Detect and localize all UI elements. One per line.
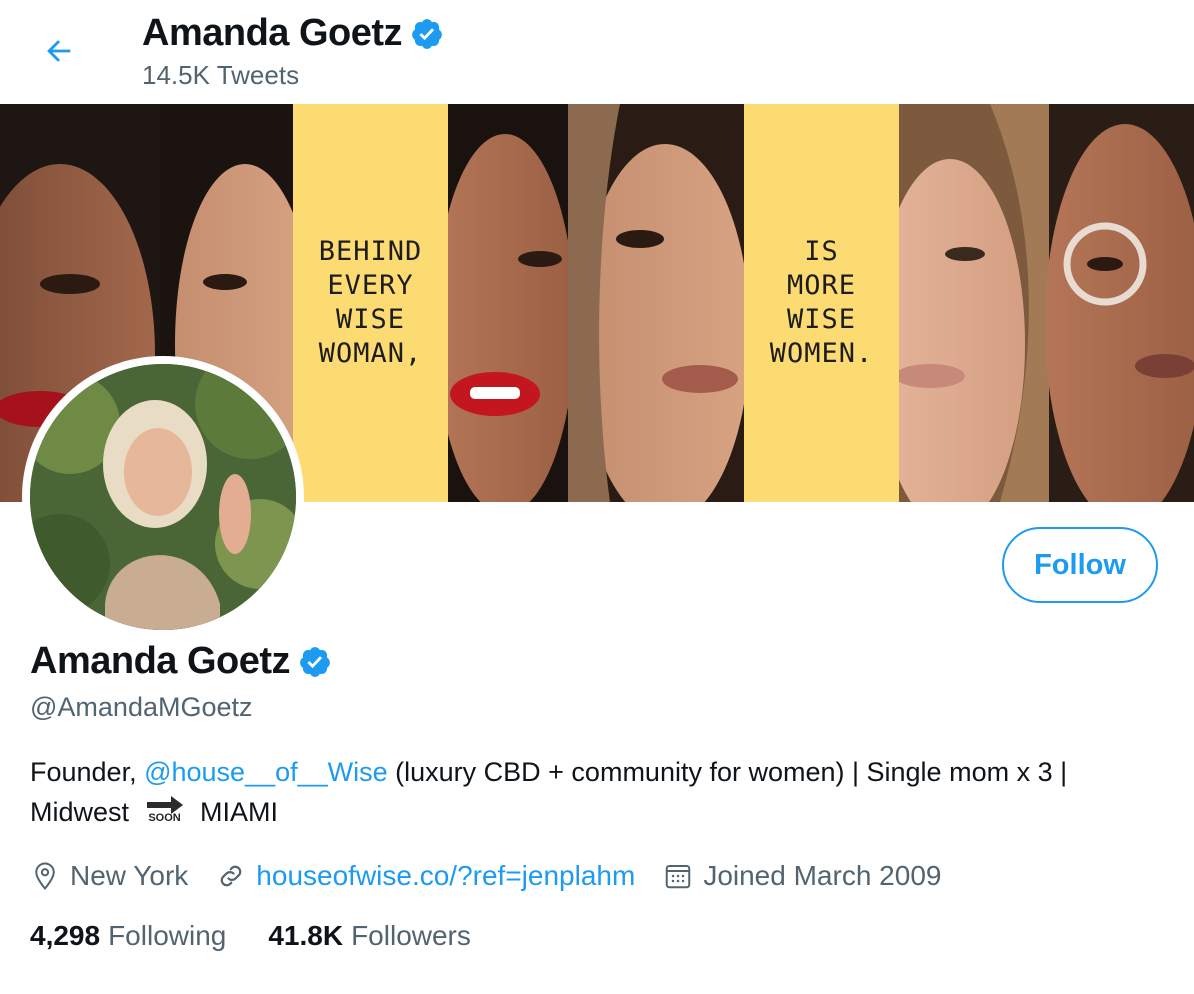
banner-text-panel-left: BEHIND EVERY WISE WOMAN, [293,104,448,502]
profile-avatar[interactable] [22,356,304,638]
profile-stats: 4,298 Following 41.8K Followers [30,920,471,952]
profile-bio: Founder, @house__of__Wise (luxury CBD + … [30,752,1170,832]
link-icon [220,865,242,887]
location-pin-icon [35,862,55,891]
banner-text-left: BEHIND EVERY WISE WOMAN, [318,236,423,369]
following-count: 4,298 [30,920,101,951]
soon-arrow-icon: SOON [143,795,187,824]
profile-handle: @AmandaMGoetz [30,692,253,722]
profile-meta: New York houseofwise.co/?ref=jenplahm Jo… [30,856,969,896]
banner-text-right: IS MORE WISE WOMEN. [769,236,874,369]
bio-mention-link[interactable]: @house__of__Wise [144,757,388,787]
following-label: Following [108,920,227,951]
followers-stat[interactable]: 41.8K Followers [268,920,471,952]
calendar-icon [666,865,691,889]
location-text: New York [70,860,189,891]
soon-label: SOON [148,812,181,825]
joined-item: Joined March 2009 [663,860,941,892]
avatar-photo [30,364,296,630]
joined-text: Joined March 2009 [703,860,942,891]
back-button[interactable] [34,26,84,76]
avatar-image [30,364,296,630]
verified-badge-icon [300,646,330,677]
profile-header-bar: Amanda Goetz 14.5K Tweets [0,0,1194,105]
following-stat[interactable]: 4,298 Following [30,920,226,952]
website-item: houseofwise.co/?ref=jenplahm [216,860,635,892]
header-title: Amanda Goetz [142,12,444,55]
verified-badge-icon [412,18,442,49]
bio-prefix: Founder, [30,757,145,787]
location-item: New York [30,860,188,892]
header-name: Amanda Goetz [142,12,403,54]
followers-label: Followers [351,920,471,951]
website-link[interactable]: houseofwise.co/?ref=jenplahm [256,860,635,892]
followers-count: 41.8K [268,920,344,951]
bio-suffix: MIAMI [192,797,279,827]
arrow-left-icon [47,40,71,62]
profile-name-row: Amanda Goetz [30,640,332,683]
follow-button[interactable]: Follow [1002,527,1158,603]
header-tweet-count: 14.5K Tweets [142,60,300,90]
banner-text-panel-right: IS MORE WISE WOMEN. [744,104,899,502]
profile-name: Amanda Goetz [30,640,291,682]
